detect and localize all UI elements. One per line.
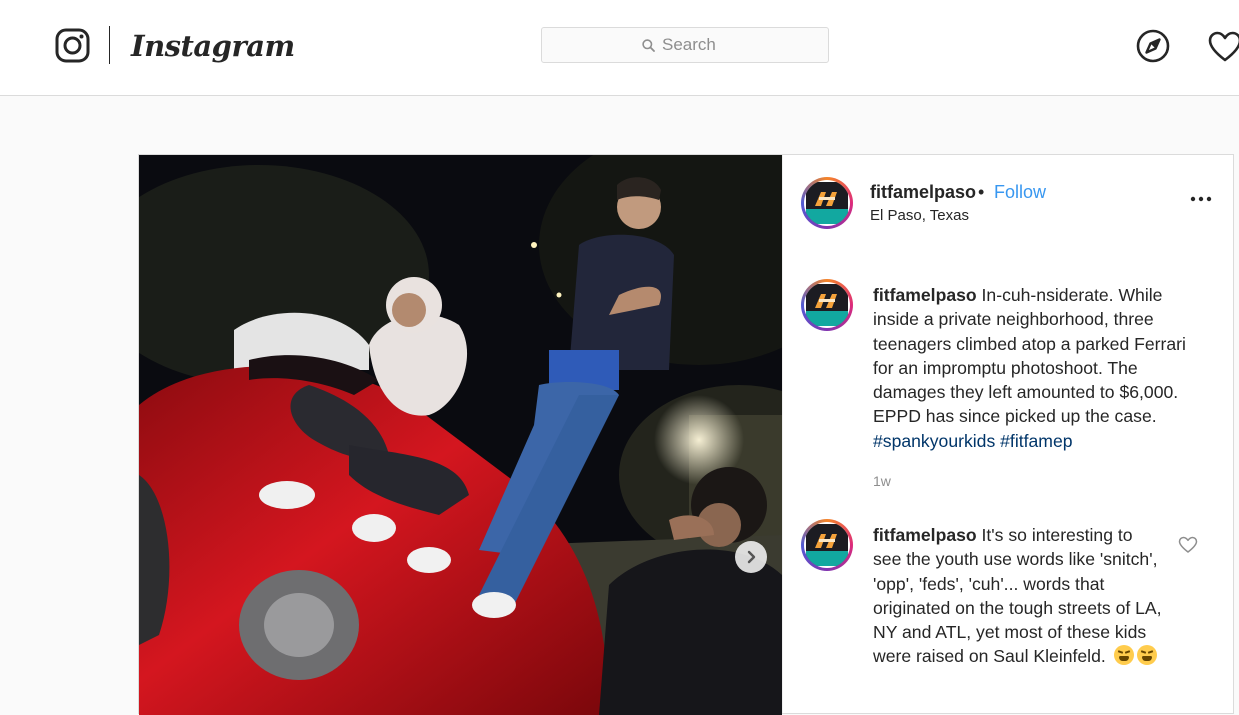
- caption-username[interactable]: fitfamelpaso: [873, 285, 977, 305]
- fitfam-logo-icon: [806, 284, 848, 326]
- top-navigation-bar: Instagram: [0, 0, 1239, 96]
- post-photo[interactable]: [139, 155, 782, 715]
- caption-text: In-cuh-nsiderate. While inside a private…: [873, 285, 1186, 427]
- activity-heart-icon[interactable]: [1208, 31, 1239, 63]
- explore-compass-icon[interactable]: [1136, 29, 1170, 63]
- search-icon: [642, 39, 655, 52]
- post-card: fitfamelpaso • Follow El Paso, Texas fit…: [138, 154, 1234, 715]
- like-heart-icon[interactable]: [1178, 536, 1198, 554]
- tired-face-emoji: [1136, 645, 1157, 666]
- hashtag-link[interactable]: #spankyourkids: [873, 431, 995, 451]
- follow-separator: •: [978, 182, 985, 202]
- instagram-camera-icon[interactable]: [55, 28, 90, 63]
- instagram-wordmark-logo[interactable]: Instagram: [131, 24, 295, 68]
- logo-divider: [109, 26, 110, 64]
- follow-button[interactable]: Follow: [994, 182, 1046, 203]
- fitfam-logo-icon: [806, 524, 848, 566]
- comment-avatar[interactable]: [801, 519, 853, 571]
- comment: fitfamelpaso It's so interesting to see …: [873, 523, 1163, 669]
- post-author-username[interactable]: fitfamelpaso: [870, 182, 976, 203]
- post-location[interactable]: El Paso, Texas: [870, 207, 969, 224]
- search-input[interactable]: [662, 34, 812, 56]
- fitfam-logo-icon: [806, 182, 848, 224]
- more-options-icon[interactable]: [1190, 195, 1212, 203]
- hashtag-link[interactable]: #fitfamep: [1000, 431, 1072, 451]
- next-photo-button[interactable]: [735, 541, 767, 573]
- caption-timestamp[interactable]: 1w: [873, 473, 891, 489]
- tired-face-emoji: [1113, 645, 1134, 666]
- caption-avatar[interactable]: [801, 279, 853, 331]
- avatar[interactable]: [801, 177, 853, 229]
- chevron-right-icon: [747, 550, 756, 564]
- search-box[interactable]: [541, 27, 829, 63]
- post-sidebar: fitfamelpaso • Follow El Paso, Texas fit…: [782, 155, 1233, 713]
- post-photo-image: [139, 155, 782, 715]
- post-caption: fitfamelpaso In-cuh-nsiderate. While ins…: [873, 283, 1195, 453]
- comment-username[interactable]: fitfamelpaso: [873, 525, 977, 545]
